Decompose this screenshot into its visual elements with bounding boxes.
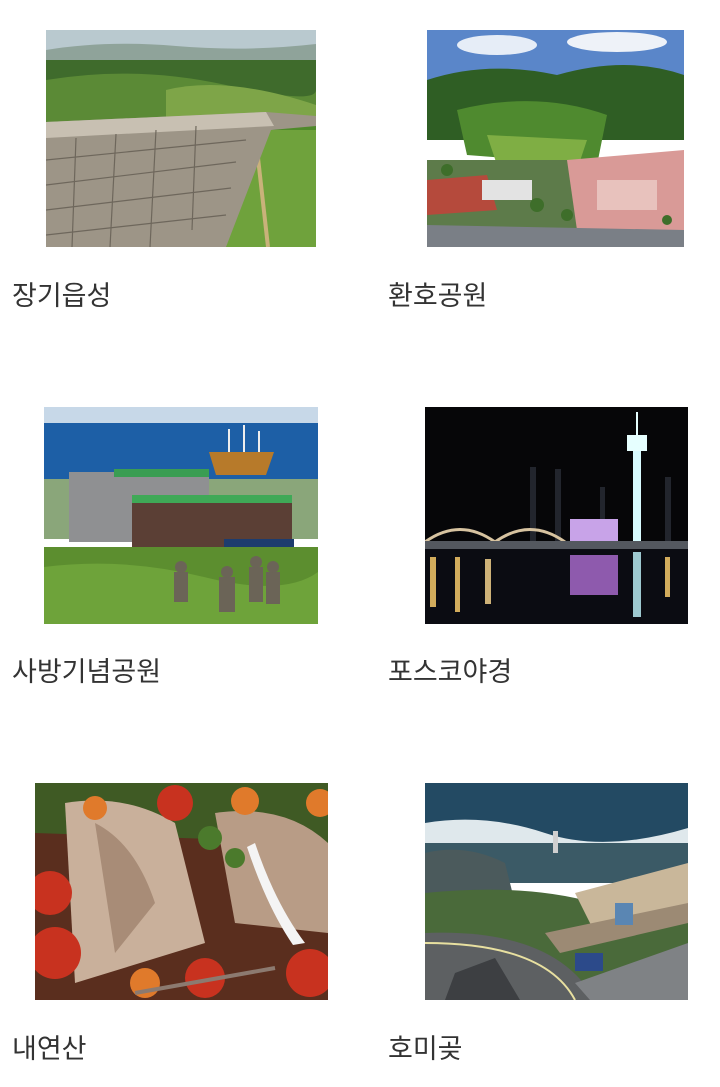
attraction-name: 장기읍성 (12, 281, 112, 312)
attraction-name: 호미곶 (388, 1034, 463, 1065)
waterfall-autumn-photo[interactable] (35, 783, 328, 1000)
fortress-wall-photo[interactable] (46, 30, 316, 247)
attraction-name: 사방기념공원 (12, 657, 162, 688)
attraction-name: 내연산 (12, 1034, 87, 1065)
memorial-park-sea-photo[interactable] (44, 407, 318, 624)
attraction-name: 포스코야경 (388, 657, 513, 688)
attraction-name: 환호공원 (388, 281, 488, 312)
posco-night-view-photo[interactable] (425, 407, 688, 624)
coastal-cape-photo[interactable] (425, 783, 688, 1000)
park-aerial-photo[interactable] (427, 30, 684, 247)
